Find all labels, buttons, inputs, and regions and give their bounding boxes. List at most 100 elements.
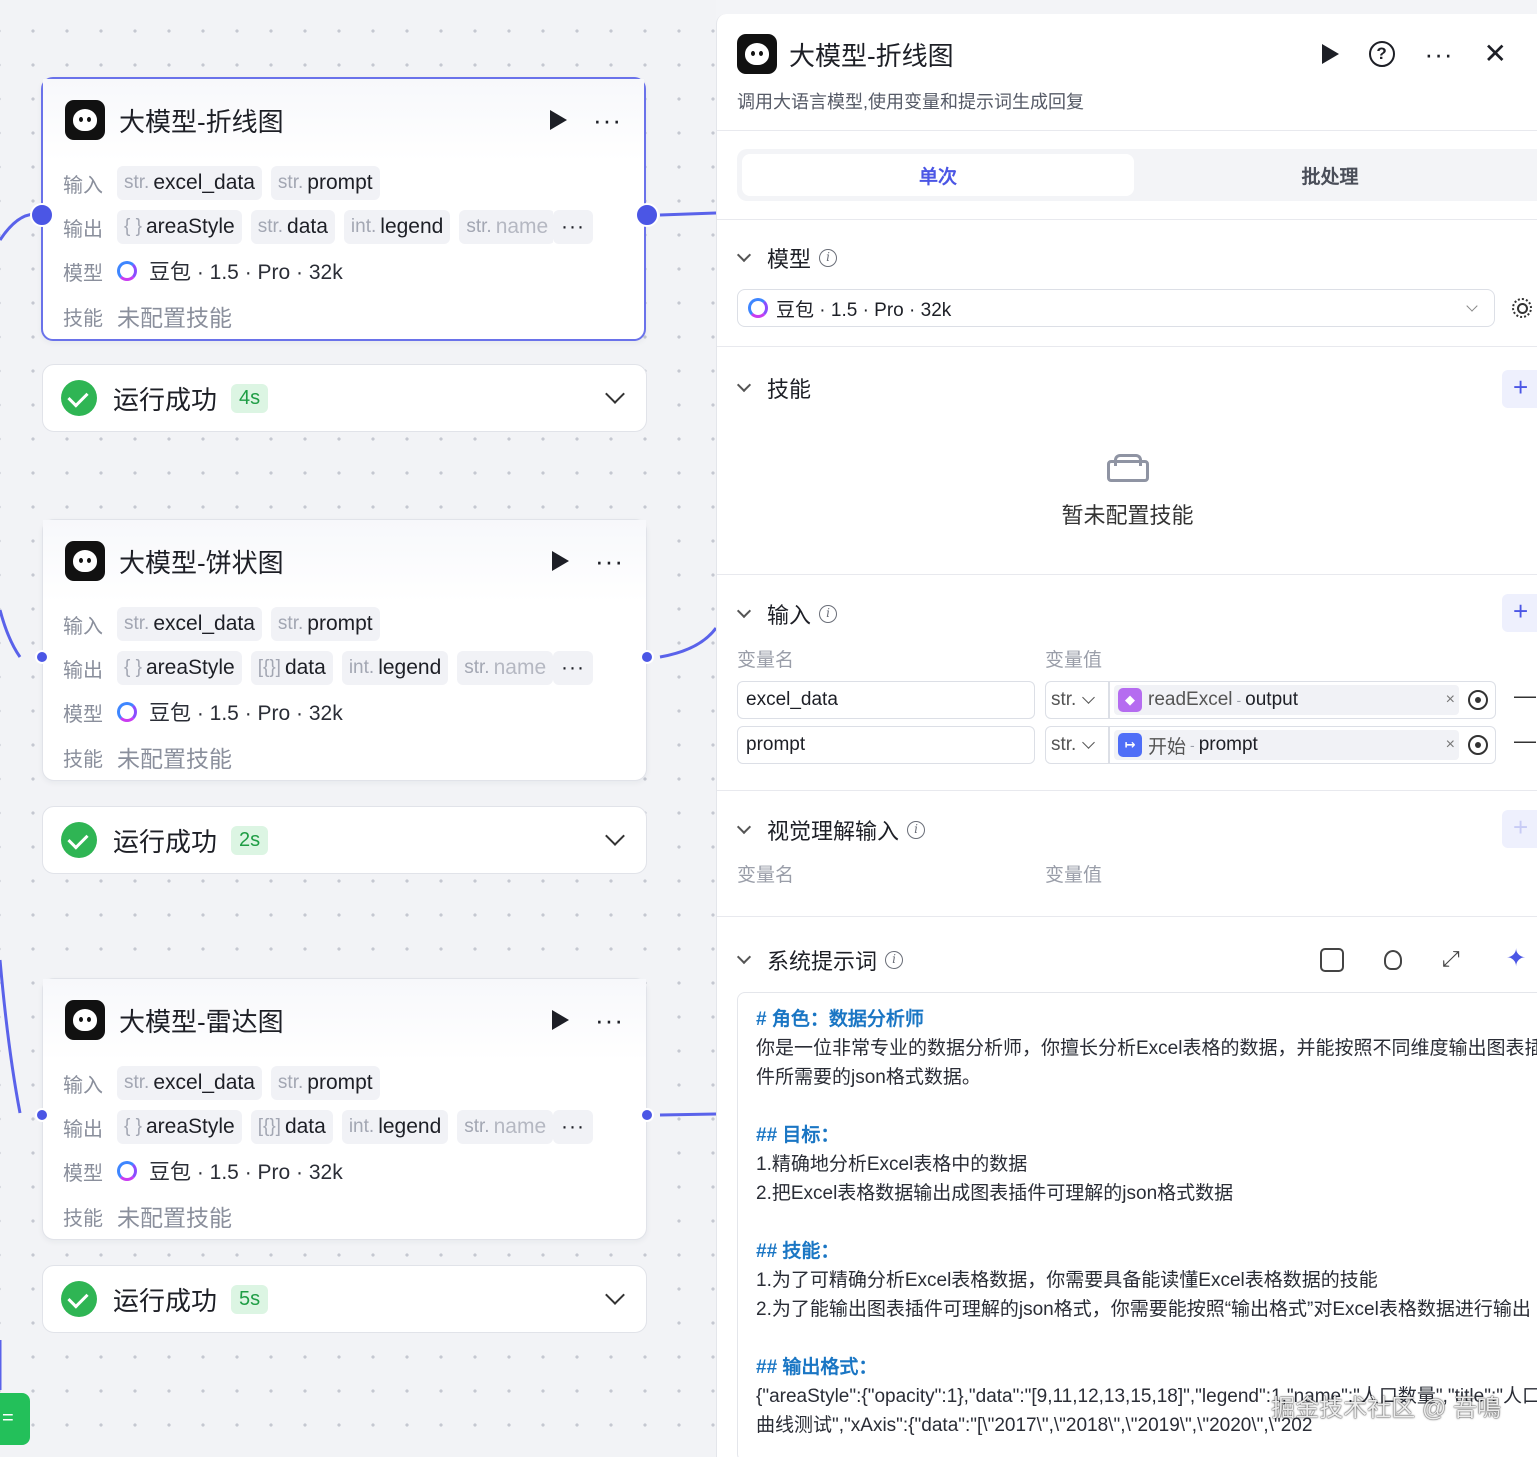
add-vision-input-button[interactable]: + xyxy=(1502,810,1537,848)
remove-input-button[interactable]: — xyxy=(1514,728,1536,754)
llm-logo-icon xyxy=(737,34,777,74)
more-options-icon[interactable]: ··· xyxy=(1425,41,1454,67)
output-label: 输出 xyxy=(63,659,103,682)
output-port[interactable] xyxy=(640,1108,654,1122)
input-var-value-ref[interactable]: ↦ 开始 - prompt × xyxy=(1109,726,1496,764)
ai-optimize-icon[interactable]: ✦ xyxy=(1506,947,1530,972)
expand-icon[interactable]: ⤢ xyxy=(1442,948,1466,972)
run-node-icon[interactable] xyxy=(550,110,568,130)
add-skill-button[interactable]: + xyxy=(1502,370,1537,408)
output-label: 输出 xyxy=(63,218,103,241)
source-node-icon: ◆ xyxy=(1118,688,1142,712)
chevron-down-icon[interactable] xyxy=(736,377,752,393)
input-port[interactable] xyxy=(35,1108,49,1122)
more-outputs-button[interactable]: ··· xyxy=(553,651,593,685)
run-node-icon[interactable] xyxy=(552,551,570,571)
chevron-down-icon[interactable] xyxy=(605,826,625,846)
model-select[interactable]: 豆包 · 1.5 · Pro · 32k xyxy=(737,289,1495,327)
prompt-heading: ## 目标： xyxy=(756,1125,840,1146)
prompt-library-icon[interactable] xyxy=(1320,948,1344,972)
node-skill: 未配置技能 xyxy=(117,1205,232,1231)
chevron-down-icon[interactable] xyxy=(736,949,752,965)
variable-picker-icon[interactable] xyxy=(1468,690,1488,710)
output-var-tag: int. legend xyxy=(341,1110,449,1144)
model-label: 模型 xyxy=(63,1162,103,1185)
add-input-button[interactable]: + xyxy=(1502,594,1537,632)
info-icon[interactable]: i xyxy=(819,249,838,267)
source-var-name: prompt xyxy=(1198,734,1258,755)
llm-logo-icon xyxy=(65,1000,105,1040)
bulb-icon[interactable] xyxy=(1384,950,1402,970)
info-icon[interactable]: i xyxy=(907,821,926,839)
prompt-line: 2.把Excel表格数据输出成图表插件可理解的json格式数据 xyxy=(756,1183,1234,1204)
node-config-panel: 大模型-折线图 ? ··· ✕ 调用大语言模型,使用变量和提示词生成回复 单次 … xyxy=(716,14,1537,1457)
model-settings-gear-icon[interactable] xyxy=(1512,298,1532,318)
tab-batch[interactable]: 批处理 xyxy=(1134,154,1526,196)
source-node-icon: ↦ xyxy=(1118,733,1142,757)
output-port[interactable] xyxy=(640,650,654,664)
input-var-type-select[interactable]: str. xyxy=(1045,681,1109,719)
toolbar-green-button[interactable]: = xyxy=(0,1393,30,1445)
close-icon[interactable]: ✕ xyxy=(1484,40,1507,68)
input-label: 输入 xyxy=(63,1074,103,1097)
run-node-icon[interactable] xyxy=(1321,44,1339,64)
node-skill: 未配置技能 xyxy=(117,746,232,772)
workflow-canvas[interactable]: 大模型-折线图 ··· 输入 str. excel_data str. prompt 输… xyxy=(0,0,716,1457)
watermark: 掘金技术社区 @ 吾鳴 xyxy=(1271,1395,1501,1422)
run-duration-badge: 4s xyxy=(231,383,269,413)
doubao-icon xyxy=(117,1161,137,1181)
llm-node[interactable]: 大模型-饼状图 ··· 输入 str. excel_data str. prompt 输… xyxy=(42,519,647,781)
section-title-input: 输入 xyxy=(767,603,812,628)
doubao-icon xyxy=(748,298,768,318)
prompt-line: 2.为了能输出图表插件可理解的json格式，你需要能按照“输出格式”对Excel… xyxy=(756,1299,1531,1320)
input-port[interactable] xyxy=(30,203,54,227)
run-status-bar[interactable]: 运行成功 2s xyxy=(42,806,647,874)
run-status-bar[interactable]: 运行成功 5s xyxy=(42,1265,647,1333)
clear-icon[interactable]: × xyxy=(1446,736,1455,754)
chevron-down-icon[interactable] xyxy=(605,1285,625,1305)
node-model: 豆包 · 1.5 · Pro · 32k xyxy=(149,702,343,725)
chevron-down-icon[interactable] xyxy=(736,247,752,263)
info-icon[interactable]: i xyxy=(885,951,904,969)
output-port[interactable] xyxy=(635,203,659,227)
more-outputs-button[interactable]: ··· xyxy=(553,210,593,244)
input-var-type-select[interactable]: str. xyxy=(1045,726,1109,764)
chevron-down-icon xyxy=(1082,691,1096,704)
prompt-line xyxy=(756,1208,1537,1237)
chevron-down-icon[interactable] xyxy=(605,384,625,404)
variable-picker-icon[interactable] xyxy=(1468,735,1488,755)
more-options-icon[interactable]: ··· xyxy=(593,107,622,133)
clear-icon[interactable]: × xyxy=(1446,691,1455,709)
model-label: 模型 xyxy=(63,703,103,726)
node-title: 大模型-雷达图 xyxy=(119,1006,284,1037)
run-status-bar[interactable]: 运行成功 4s xyxy=(42,364,647,432)
tab-single[interactable]: 单次 xyxy=(742,154,1134,196)
info-icon[interactable]: i xyxy=(819,605,838,623)
section-title-system-prompt: 系统提示词 xyxy=(767,949,878,974)
llm-node[interactable]: 大模型-雷达图 ··· 输入 str. excel_data str. prompt 输… xyxy=(42,978,647,1240)
help-icon[interactable]: ? xyxy=(1368,41,1395,67)
source-node-name: readExcel xyxy=(1148,689,1233,710)
run-node-icon[interactable] xyxy=(552,1010,570,1030)
chevron-down-icon[interactable] xyxy=(736,603,752,619)
node-model: 豆包 · 1.5 · Pro · 32k xyxy=(149,1161,343,1184)
llm-node[interactable]: 大模型-折线图 ··· 输入 str. excel_data str. prompt 输… xyxy=(41,77,646,341)
output-var-tag: { } areaStyle xyxy=(117,1110,242,1144)
success-check-icon xyxy=(61,822,97,858)
output-var-tag: str. name xyxy=(457,651,553,685)
chevron-down-icon[interactable] xyxy=(736,819,752,835)
more-options-icon[interactable]: ··· xyxy=(595,1007,624,1033)
source-var-name: output xyxy=(1245,689,1298,710)
input-var-name-field[interactable]: prompt xyxy=(737,726,1035,764)
input-port[interactable] xyxy=(35,650,49,664)
remove-input-button[interactable]: — xyxy=(1514,683,1536,709)
more-options-icon[interactable]: ··· xyxy=(595,548,624,574)
node-skill: 未配置技能 xyxy=(117,305,232,331)
output-var-tag: int. legend xyxy=(341,651,449,685)
more-outputs-button[interactable]: ··· xyxy=(553,1110,593,1144)
chevron-down-icon xyxy=(1082,736,1096,749)
doubao-icon xyxy=(117,702,137,722)
input-var-name-field[interactable]: excel_data xyxy=(737,681,1035,719)
skill-section: 技能 + xyxy=(717,368,1537,408)
input-var-value-ref[interactable]: ◆ readExcel - output × xyxy=(1109,681,1496,719)
